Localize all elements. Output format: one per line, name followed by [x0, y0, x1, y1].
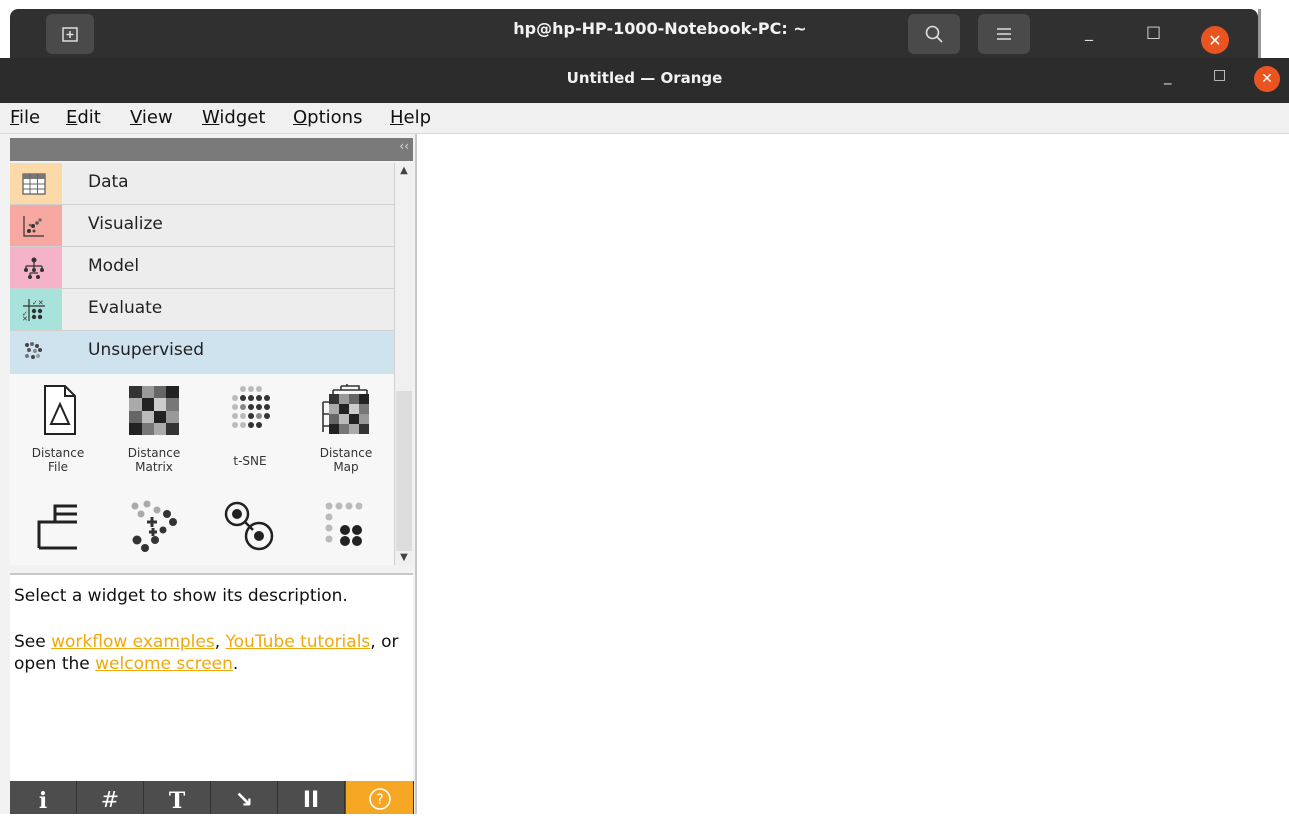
window-maximize-button[interactable]: □	[1213, 67, 1226, 83]
tsne-icon	[232, 386, 270, 428]
new-tab-button[interactable]	[46, 14, 94, 54]
scatter-icon	[23, 216, 44, 237]
svg-text:✕: ✕	[22, 315, 28, 322]
menu-edit[interactable]: Edit	[66, 107, 101, 128]
info-button[interactable]: i	[10, 781, 77, 814]
widget-grid: Distance File Distance Matrix t-SNE Dist…	[10, 374, 394, 565]
widget-distance-matrix[interactable]: Distance Matrix	[106, 384, 202, 474]
arrow-annotation-button[interactable]: ↘	[211, 781, 278, 814]
link-youtube-tutorials[interactable]: YouTube tutorials	[226, 632, 371, 652]
category-label: Unsupervised	[88, 340, 204, 360]
distance-map-icon	[322, 384, 369, 434]
category-label: Visualize	[88, 214, 163, 234]
category-model[interactable]: Model	[10, 247, 394, 289]
terminal-close-button[interactable]: ✕	[1201, 26, 1229, 54]
dock-collapse-button[interactable]: ‹‹	[399, 139, 409, 153]
workflow-canvas[interactable]	[417, 134, 1289, 814]
description-links: See workflow examples, YouTube tutorials…	[14, 632, 399, 674]
widget-louvain[interactable]	[202, 500, 298, 552]
text-annotation-button[interactable]: T	[144, 781, 211, 814]
window-titlebar: Untitled — Orange _ □	[0, 58, 1289, 103]
widget-hierarchical-clustering[interactable]	[10, 500, 106, 552]
category-label: Model	[88, 256, 140, 276]
menu-bar: File Edit View Widget Options Help	[0, 103, 1289, 134]
dendrogram-icon	[37, 504, 77, 550]
link-workflow-examples[interactable]: workflow examples	[51, 632, 215, 652]
distance-matrix-icon	[129, 386, 179, 435]
window-minimize-button[interactable]: _	[1164, 67, 1172, 85]
table-icon	[22, 173, 46, 195]
widget-dbscan[interactable]	[298, 500, 394, 552]
window-title: Untitled — Orange	[566, 69, 723, 87]
terminal-edge	[1258, 9, 1261, 59]
window-close-button[interactable]: ✕	[1254, 66, 1280, 92]
menu-widget[interactable]: Widget	[202, 107, 265, 128]
terminal-minimize-button[interactable]: _	[1085, 22, 1093, 41]
hamburger-icon	[997, 28, 1011, 40]
help-button[interactable]: ?	[346, 781, 414, 814]
category-evaluate[interactable]: ✓✕ ✓ ✕ Evaluate	[10, 289, 394, 331]
terminal-search-button[interactable]	[908, 14, 960, 54]
category-label: Evaluate	[88, 298, 163, 318]
louvain-icon	[224, 501, 274, 551]
category-data[interactable]: Data	[10, 163, 394, 205]
widget-label: Distance Matrix	[127, 446, 181, 474]
menu-options[interactable]: Options	[293, 107, 362, 128]
widget-distance-file[interactable]: Distance File	[10, 384, 106, 474]
tree-icon	[24, 257, 44, 279]
terminal-title: hp@hp-HP-1000-Notebook-PC: ~	[513, 19, 807, 38]
kmeans-icon	[131, 500, 177, 552]
dbscan-icon	[325, 502, 363, 546]
dock-header: ‹‹	[10, 138, 413, 161]
terminal-maximize-button[interactable]: □	[1146, 22, 1161, 41]
scroll-down-arrow[interactable]: ▼	[395, 552, 413, 563]
svg-text:?: ?	[376, 792, 383, 808]
link-welcome-screen[interactable]: welcome screen	[95, 654, 233, 674]
widget-scrollbar[interactable]: ▲ ▼	[394, 163, 413, 565]
scroll-up-arrow[interactable]: ▲	[395, 165, 413, 176]
widget-label: t-SNE	[233, 454, 267, 468]
pause-button[interactable]: II	[278, 781, 345, 814]
scroll-thumb[interactable]	[396, 391, 412, 551]
widget-label: Distance File	[31, 446, 85, 474]
widget-kmeans[interactable]	[106, 500, 202, 552]
distance-file-icon	[44, 385, 76, 435]
description-text: Select a widget to show its description.	[14, 586, 348, 606]
menu-help[interactable]: Help	[390, 107, 431, 128]
menu-view[interactable]: View	[130, 107, 173, 128]
grid-button[interactable]: #	[77, 781, 144, 814]
category-label: Data	[88, 172, 129, 192]
svg-text:✓✕: ✓✕	[32, 299, 44, 307]
search-icon	[925, 25, 943, 43]
new-tab-icon	[62, 27, 78, 42]
widget-distance-map[interactable]: Distance Map	[298, 384, 394, 474]
widget-label: Distance Map	[319, 446, 373, 474]
terminal-menu-button[interactable]	[978, 14, 1030, 54]
clusters-icon	[25, 342, 42, 359]
category-unsupervised[interactable]: Unsupervised	[10, 331, 394, 375]
description-panel: Select a widget to show its description.…	[10, 573, 413, 783]
evaluate-icon: ✓✕ ✓ ✕	[22, 299, 45, 322]
menu-file[interactable]: File	[10, 107, 40, 128]
widget-tsne[interactable]: t-SNE	[202, 384, 298, 468]
dock-toolbar: i # T ↘ II ?	[10, 781, 414, 814]
category-visualize[interactable]: Visualize	[10, 205, 394, 247]
help-icon: ?	[368, 788, 391, 810]
